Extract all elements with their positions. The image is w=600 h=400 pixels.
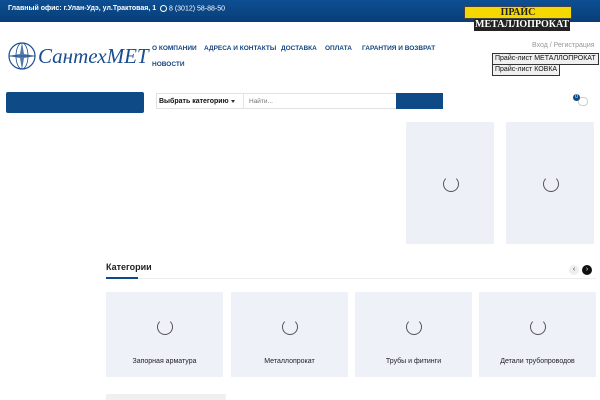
catalog-button[interactable] [6,92,144,113]
search-input[interactable] [247,95,396,107]
category-label: Запорная арматура [132,358,197,365]
promo-banner-2[interactable] [506,122,594,244]
search-button[interactable] [396,93,443,109]
nav-about[interactable]: О компании [152,45,197,52]
categories-heading: Категории [106,262,152,272]
login-link[interactable]: Вход / Регистрация [532,42,595,49]
globe-icon [8,42,36,70]
category-label: Детали трубопроводов [500,358,575,365]
categories-underline [106,277,138,279]
nav-payment[interactable]: Оплата [325,45,352,52]
loading-spinner-icon [157,319,173,335]
price-list-forging-button[interactable]: Прайс-лист КОВКА [492,64,561,76]
loading-spinner-icon [282,319,298,335]
chevron-down-icon [231,100,235,103]
wishlist-button[interactable]: 0 [573,94,588,108]
category-card[interactable]: Запорная арматура [106,292,223,377]
loading-spinner-icon [530,319,546,335]
nav-contacts[interactable]: Адреса и контакты [204,45,276,52]
office-address: Главный офис: г.Улан-Удэ, ул.Трактовая, … [8,5,157,12]
wishlist-count-badge: 0 [573,94,580,101]
search-bar: Выбрать категорию [156,93,443,109]
nav-news[interactable]: Новости [152,61,185,68]
phone-number[interactable]: 8 (3012) 58-88-50 [160,5,225,12]
carousel-next-button[interactable]: › [582,265,592,275]
phone-text: 8 (3012) 58-88-50 [169,5,226,13]
price-banner-subtitle[interactable]: МЕТАЛЛОПРОКАТ [474,19,571,31]
category-label: Металлопрокат [264,358,315,365]
next-section-heading [106,394,226,400]
phone-icon [160,5,167,12]
loading-spinner-icon [443,176,459,192]
categories-divider [106,278,596,279]
nav-delivery[interactable]: Доставка [281,45,317,52]
category-label: Трубы и фитинги [385,358,442,365]
nav-warranty[interactable]: Гарантия и возврат [362,45,435,52]
category-card[interactable]: Трубы и фитинги [355,292,472,377]
promo-banner-1[interactable] [406,122,494,244]
site-logo[interactable]: СантехМЕТ [7,41,149,73]
logo-text: СантехМЕТ [38,44,149,68]
carousel-prev-button[interactable]: ‹ [569,265,579,275]
category-select[interactable]: Выбрать категорию [159,98,229,105]
loading-spinner-icon [543,176,559,192]
category-card[interactable]: Металлопрокат [231,292,348,377]
search-divider [243,94,244,108]
price-banner-title[interactable]: ПРАЙС [464,6,572,19]
loading-spinner-icon [406,319,422,335]
category-card[interactable]: Детали трубопроводов [479,292,596,377]
